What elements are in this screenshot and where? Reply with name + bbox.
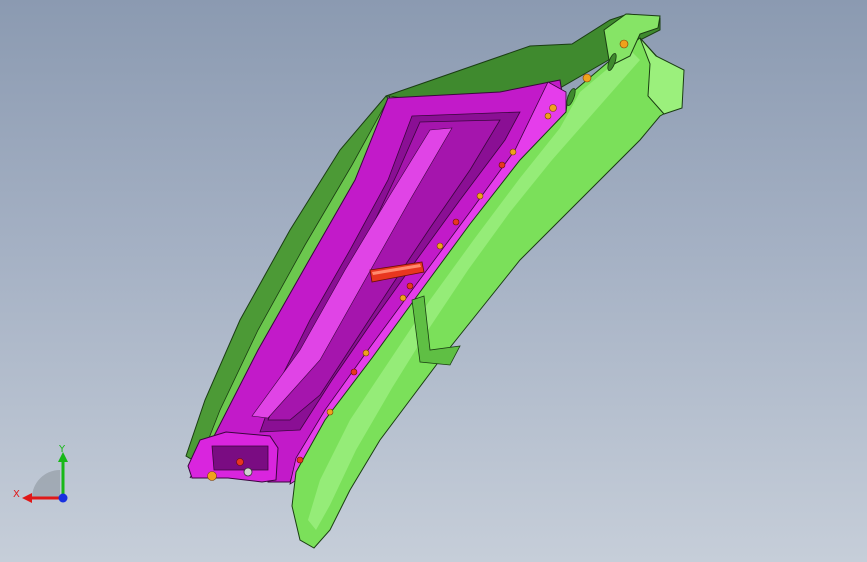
triad-plane-quadrant — [32, 470, 60, 498]
fastener-6[interactable] — [476, 192, 484, 200]
fastener-4[interactable] — [544, 112, 552, 120]
coordinate-triad: Y X — [13, 444, 68, 503]
x-axis-arrow — [22, 493, 32, 503]
cad-model-view[interactable] — [0, 0, 867, 562]
fastener-2[interactable] — [582, 73, 592, 83]
fastener-10[interactable] — [326, 408, 334, 416]
bolt-head[interactable] — [243, 467, 253, 477]
red-fastener-4[interactable] — [350, 368, 358, 376]
fastener-11[interactable] — [207, 471, 217, 481]
red-fastener-1[interactable] — [498, 161, 506, 169]
fastener-1[interactable] — [619, 39, 629, 49]
red-fastener-2[interactable] — [452, 218, 460, 226]
fastener-5[interactable] — [509, 148, 517, 156]
fastener-8[interactable] — [399, 294, 407, 302]
fastener-7[interactable] — [436, 242, 444, 250]
fastener-3[interactable] — [549, 104, 557, 112]
x-axis-label: X — [13, 489, 20, 500]
red-fastener-5[interactable] — [296, 456, 304, 464]
magenta-front-pocket[interactable] — [211, 445, 269, 471]
red-fastener-6[interactable] — [236, 458, 244, 466]
fastener-9[interactable] — [362, 349, 370, 357]
z-axis-dot — [58, 493, 68, 503]
red-fastener-3[interactable] — [406, 282, 414, 290]
graphics-viewport[interactable]: Y X — [0, 0, 867, 562]
y-axis-label: Y — [58, 444, 66, 455]
